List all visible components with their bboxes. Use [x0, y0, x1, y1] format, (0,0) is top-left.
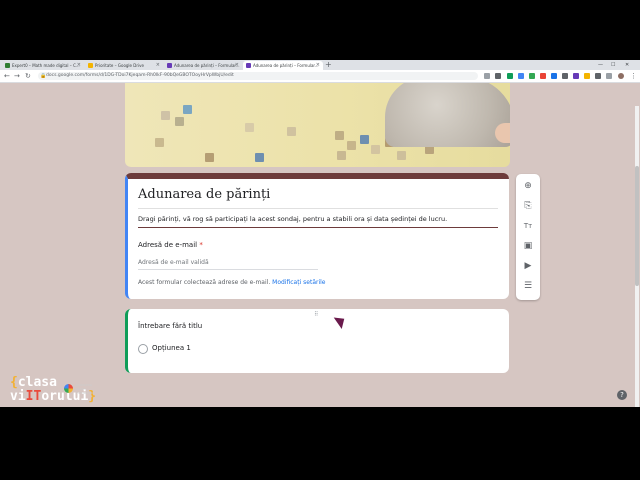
question-title[interactable]: Întrebare fără titlu	[138, 322, 202, 330]
add-title-icon[interactable]: Tт	[522, 220, 534, 232]
tab-drive[interactable]: Prioritate – Google Drive ×	[85, 61, 163, 70]
close-icon[interactable]: ×	[77, 61, 81, 70]
email-label: Adresă de e-mail *	[138, 241, 203, 249]
tab-expert[interactable]: Expert0 – Math made digital – C... ×	[2, 61, 84, 70]
scrollbar-thumb[interactable]	[635, 166, 639, 286]
add-video-icon[interactable]: ▶	[522, 260, 534, 272]
logo-mark-icon	[64, 384, 73, 393]
address-toolbar: ← → ↻ 🔒 docs.google.com/forms/d/1DG-TDoi…	[0, 70, 640, 83]
address-bar[interactable]: 🔒 docs.google.com/forms/d/1DG-TDoi7Kjeqa…	[38, 72, 478, 80]
avatar[interactable]	[618, 73, 624, 79]
tab-strip: Expert0 – Math made digital – C... × Pri…	[0, 60, 640, 70]
lock-icon: 🔒	[40, 73, 47, 79]
tab-title: Prioritate – Google Drive	[95, 63, 144, 68]
extension-icon[interactable]	[562, 73, 568, 79]
extension-icon[interactable]	[573, 73, 579, 79]
close-icon[interactable]: ×	[316, 61, 320, 70]
extension-icon[interactable]	[540, 73, 546, 79]
tab-title: Adunarea de părinți – Formular...	[253, 63, 319, 68]
menu-icon[interactable]: ⋮	[630, 71, 637, 81]
close-icon[interactable]: ×	[156, 61, 160, 70]
radio-button[interactable]	[138, 344, 148, 354]
forms-editor: Adunarea de părinți Dragi părinți, vă ro…	[0, 83, 640, 407]
add-section-icon[interactable]: ☰	[522, 280, 534, 292]
import-questions-icon[interactable]: ⎘	[522, 200, 534, 212]
form-header-card[interactable]: Adunarea de părinți Dragi părinți, vă ro…	[125, 173, 509, 299]
scrollbar[interactable]	[635, 106, 639, 407]
add-image-icon[interactable]: ▣	[522, 240, 534, 252]
add-question-icon[interactable]: ⊕	[522, 180, 534, 192]
tab-title: Adunarea de părinți – Formular...	[174, 63, 240, 68]
extension-icon[interactable]	[518, 73, 524, 79]
form-description[interactable]: Dragi părinți, vă rog să participați la …	[138, 215, 498, 228]
tab-forms-active[interactable]: Adunarea de părinți – Formular... ×	[243, 61, 323, 70]
floating-toolbar: ⊕ ⎘ Tт ▣ ▶ ☰	[516, 174, 540, 300]
forms-icon	[246, 63, 251, 68]
change-settings-link[interactable]: Modificați setările	[272, 279, 325, 286]
question-card[interactable]: ⠿ Întrebare fără titlu Opțiunea 1	[125, 309, 509, 373]
extension-icon[interactable]	[606, 73, 612, 79]
browser-window: Expert0 – Math made digital – C... × Pri…	[0, 60, 640, 407]
tab-title: Expert0 – Math made digital – C...	[12, 63, 80, 68]
drag-handle-icon[interactable]: ⠿	[314, 311, 319, 318]
extension-icon[interactable]	[495, 73, 501, 79]
logo-subtitle: ASOCIAȚIA CLASA VIITORULUI	[76, 383, 93, 395]
email-field[interactable]: Adresă de e-mail validă	[138, 259, 318, 270]
url-text: docs.google.com/forms/d/1DG-TDoi7Kjeqam-…	[46, 73, 234, 78]
collect-notice: Acest formular colectează adrese de e-ma…	[138, 279, 326, 286]
back-icon[interactable]: ←	[4, 71, 10, 81]
reload-icon[interactable]: ↻	[25, 71, 31, 81]
forms-icon	[167, 63, 172, 68]
maximize-icon[interactable]: ☐	[611, 60, 615, 70]
minimize-icon[interactable]: —	[598, 60, 603, 70]
option-label[interactable]: Opțiunea 1	[152, 344, 191, 352]
help-icon[interactable]: ?	[617, 390, 627, 400]
form-title[interactable]: Adunarea de părinți	[138, 187, 270, 202]
extension-icon[interactable]	[507, 73, 513, 79]
extension-icon[interactable]	[584, 73, 590, 79]
extension-icon[interactable]	[529, 73, 535, 79]
baby-photo	[385, 83, 510, 147]
tab-favicon-icon	[5, 63, 10, 68]
extension-icon[interactable]	[595, 73, 601, 79]
forward-icon[interactable]: →	[14, 71, 20, 81]
extension-icon[interactable]	[551, 73, 557, 79]
close-icon[interactable]: ×	[235, 61, 239, 70]
close-window-icon[interactable]: ✕	[625, 60, 629, 70]
star-icon[interactable]	[484, 73, 490, 79]
required-mark: *	[199, 241, 203, 249]
drive-icon	[88, 63, 93, 68]
tab-forms-1[interactable]: Adunarea de părinți – Formular... ×	[164, 61, 242, 70]
new-tab-button[interactable]: +	[325, 60, 332, 70]
header-image	[125, 83, 510, 167]
